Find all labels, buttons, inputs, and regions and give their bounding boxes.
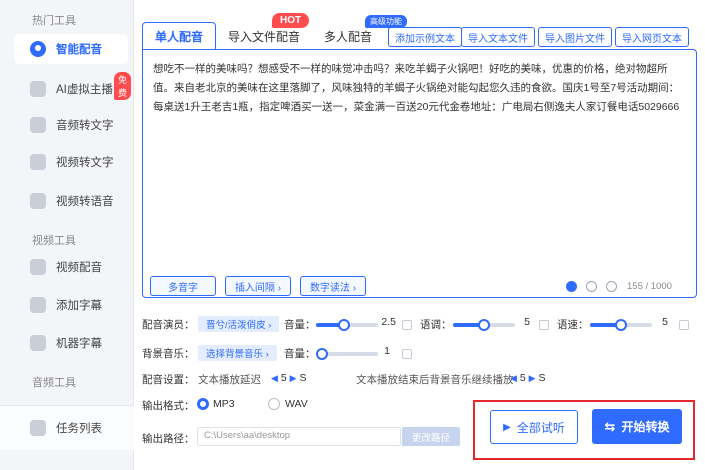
sidebar-section-audio: 音频工具: [32, 377, 76, 389]
task-list-button[interactable]: 任务列表: [14, 413, 128, 443]
task-list-label: 任务列表: [56, 423, 102, 435]
rate-checkbox[interactable]: [679, 320, 689, 330]
sidebar-item-label: 添加字幕: [56, 300, 102, 312]
pitch-label: 语调：: [420, 319, 452, 331]
char-counter: 155 / 1000: [627, 281, 672, 292]
volume-label: 音量：: [284, 319, 316, 331]
sidebar-item-label: 机器字幕: [56, 338, 102, 350]
add-sample-text-button[interactable]: 添加示例文本: [388, 27, 462, 47]
settings-icon[interactable]: [606, 281, 617, 292]
subtitle-icon: [30, 297, 46, 313]
increase-icon[interactable]: ▶: [529, 373, 536, 383]
import-web-text-button[interactable]: 导入网页文本: [615, 27, 689, 47]
start-convert-label: 开始转换: [621, 420, 670, 434]
tab-bar: 单人配音 导入文件配音 多人配音: [142, 20, 384, 50]
rate-value: 5: [662, 316, 668, 328]
sidebar-section-hot: 热门工具: [32, 15, 76, 27]
pitch-value: 5: [524, 316, 530, 328]
bgm-volume-label: 音量：: [284, 348, 316, 360]
volume-slider-knob[interactable]: [337, 319, 350, 331]
preview-all-button[interactable]: ▶ 全部试听: [490, 410, 578, 444]
import-image-file-button[interactable]: 导入图片文件: [538, 27, 612, 47]
preview-all-label: 全部试听: [516, 420, 565, 435]
sidebar-item-video-dub[interactable]: 视频配音: [14, 252, 128, 282]
config-label: 配音设置：: [142, 374, 195, 386]
rate-slider-knob[interactable]: [615, 319, 627, 331]
video-text-icon: [30, 154, 46, 170]
sidebar-item-ai-anchor[interactable]: AI虚拟主播 免费: [14, 72, 132, 104]
sidebar-section-video: 视频工具: [32, 235, 76, 247]
output-path-label: 输出路径：: [142, 433, 195, 445]
sidebar-item-machine-subtitle[interactable]: 机器字幕: [14, 328, 128, 358]
polyphone-button[interactable]: 多音字: [150, 276, 216, 296]
clear-icon[interactable]: [566, 281, 577, 292]
sidebar-item-video-to-text[interactable]: 视频转文字: [14, 147, 128, 177]
start-convert-button[interactable]: ⇆ 开始转换: [592, 409, 682, 444]
undo-icon[interactable]: [586, 281, 597, 292]
output-path-input[interactable]: C:\Users\aa\desktop: [197, 427, 401, 446]
import-text-file-button[interactable]: 导入文本文件: [461, 27, 535, 47]
text-delay-label: 文本播放延迟: [198, 374, 261, 386]
change-path-button[interactable]: 更改路径: [402, 427, 460, 446]
bgm-continue-unit: S: [538, 372, 546, 384]
bgm-continue-stepper[interactable]: ◀ 5 ▶ S: [510, 372, 545, 384]
task-list-icon: [30, 420, 46, 436]
text-editor[interactable]: 想吃不一样的美味吗？想感受不一样的味觉冲击吗？来吃羊蝎子火锅吧！好吃的美味，优惠…: [142, 49, 697, 298]
voice-actor-select[interactable]: 晋兮/活泼俏皮 ›: [198, 316, 280, 332]
machine-subtitle-icon: [30, 335, 46, 351]
bgm-continue-label: 文本播放结束后背景音乐继续播放: [356, 374, 514, 386]
pitch-slider[interactable]: [453, 319, 515, 331]
editor-text[interactable]: 想吃不一样的美味吗？想感受不一样的味觉冲击吗？来吃羊蝎子火锅吧！好吃的美味，优惠…: [153, 60, 688, 117]
sidebar-item-label: 视频配音: [56, 262, 102, 274]
play-icon: ▶: [503, 421, 511, 433]
format-wav-label: WAV: [285, 398, 308, 410]
voice-actor-label: 配音演员：: [142, 319, 195, 331]
number-reading-button[interactable]: 数字读法 ›: [300, 276, 366, 296]
sidebar-item-audio-to-text[interactable]: 音频转文字: [14, 110, 128, 140]
volume-checkbox[interactable]: [402, 320, 412, 330]
video-voice-icon: [30, 193, 46, 209]
sidebar-item-label: 智能配音: [56, 44, 102, 56]
rate-slider[interactable]: [590, 319, 652, 331]
volume-value: 2.5: [381, 316, 396, 328]
video-dub-icon: [30, 259, 46, 275]
text-delay-value: 5: [280, 372, 287, 384]
sidebar-item-label: 音频转文字: [56, 120, 114, 132]
bgm-continue-value: 5: [519, 372, 526, 384]
pitch-checkbox[interactable]: [539, 320, 549, 330]
format-mp3-radio[interactable]: [197, 398, 209, 410]
sidebar: 热门工具 智能配音 AI虚拟主播 免费 音频转文字 视频转文字 视频转语音 视频…: [0, 0, 134, 470]
text-delay-stepper[interactable]: ◀ 5 ▶ S: [271, 372, 306, 384]
insert-pause-button[interactable]: 插入间隔 ›: [225, 276, 291, 296]
output-format-label: 输出格式：: [142, 400, 195, 412]
sidebar-item-add-subtitle[interactable]: 添加字幕: [14, 290, 128, 320]
sidebar-item-video-to-voice[interactable]: 视频转语音: [14, 186, 128, 216]
bgm-volume-slider-knob[interactable]: [316, 348, 329, 360]
increase-icon[interactable]: ▶: [290, 373, 297, 383]
sidebar-item-label: 视频转语音: [56, 196, 114, 208]
convert-icon: ⇆: [604, 418, 616, 434]
avatar-icon: [30, 81, 46, 97]
decrease-icon[interactable]: ◀: [510, 373, 517, 383]
voice-icon: [30, 41, 46, 57]
bgm-select[interactable]: 选择背景音乐 ›: [198, 345, 277, 361]
format-wav-radio[interactable]: [268, 398, 280, 410]
rate-label: 语速：: [557, 319, 589, 331]
sidebar-item-label: AI虚拟主播: [56, 84, 113, 96]
hot-badge: HOT: [272, 13, 310, 28]
bgm-volume-value: 1: [384, 345, 390, 357]
volume-slider[interactable]: [316, 319, 378, 331]
format-mp3-label: MP3: [213, 398, 235, 410]
bgm-volume-checkbox[interactable]: [402, 349, 412, 359]
decrease-icon[interactable]: ◀: [271, 373, 278, 383]
tab-single-voice[interactable]: 单人配音: [142, 22, 217, 50]
bgm-label: 背景音乐：: [142, 348, 195, 360]
sidebar-item-label: 视频转文字: [56, 157, 114, 169]
free-badge: 免费: [114, 72, 132, 100]
text-delay-unit: S: [299, 372, 307, 384]
sidebar-item-smart-voice[interactable]: 智能配音: [14, 34, 128, 64]
pitch-slider-knob[interactable]: [478, 319, 490, 331]
audio-text-icon: [30, 117, 46, 133]
